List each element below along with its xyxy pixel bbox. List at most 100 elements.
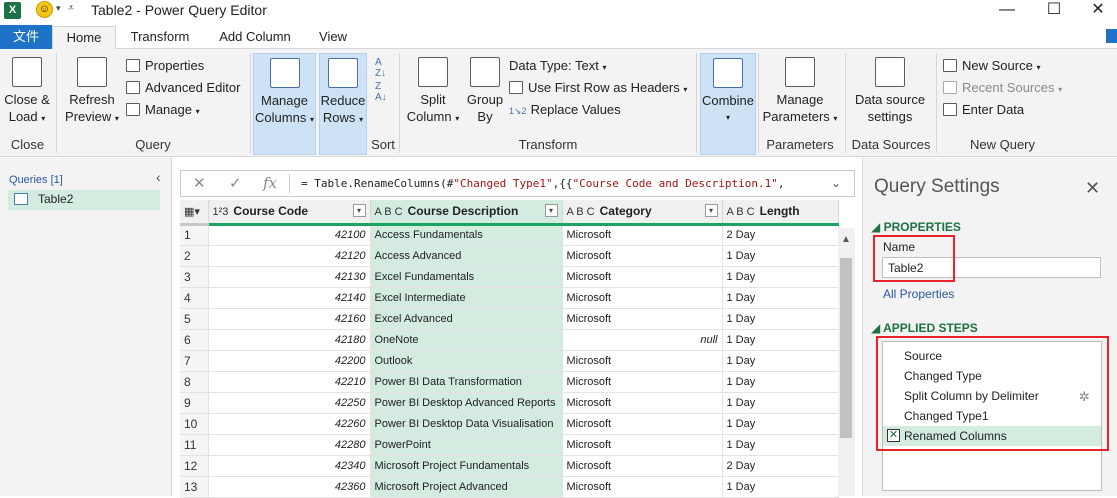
confirm-formula-icon[interactable]: ✓ bbox=[229, 174, 242, 192]
cell-course-code[interactable]: 42200 bbox=[208, 350, 371, 372]
cell-course-code[interactable]: 42180 bbox=[208, 329, 371, 351]
ribbon-scroll-indicator[interactable] bbox=[1106, 29, 1117, 43]
sort-ascending-icon[interactable]: A Z↓ bbox=[375, 57, 386, 79]
cell-course-description[interactable]: Power BI Data Transformation bbox=[370, 371, 563, 393]
row-number[interactable]: 3 bbox=[180, 266, 209, 288]
filter-dropdown-icon[interactable]: ▾ bbox=[352, 204, 366, 217]
scroll-up-icon[interactable]: ▲ bbox=[841, 234, 851, 245]
cell-category[interactable]: Microsoft bbox=[562, 245, 723, 267]
cell-course-description[interactable]: Access Advanced bbox=[370, 245, 563, 267]
cell-course-description[interactable]: Excel Fundamentals bbox=[370, 266, 563, 288]
cell-category[interactable]: Microsoft bbox=[562, 350, 723, 372]
cell-category[interactable]: Microsoft bbox=[562, 308, 723, 330]
cell-course-description[interactable]: Power BI Desktop Advanced Reports bbox=[370, 392, 563, 414]
cell-course-description[interactable]: PowerPoint bbox=[370, 434, 563, 456]
cell-length[interactable]: 1 Day bbox=[722, 350, 839, 372]
cell-length[interactable]: 2 Day bbox=[722, 224, 839, 246]
formula-input[interactable]: = Table.RenameColumns(#"Changed Type1",{… bbox=[301, 177, 784, 190]
recent-sources-button[interactable]: Recent Sources ▾ bbox=[943, 80, 1062, 98]
advanced-editor-button[interactable]: Advanced Editor bbox=[126, 80, 240, 96]
filter-dropdown-icon[interactable]: ▾ bbox=[544, 204, 558, 217]
tab-transform[interactable]: Transform bbox=[122, 26, 198, 49]
enter-data-button[interactable]: Enter Data bbox=[943, 102, 1024, 118]
new-source-button[interactable]: New Source ▾ bbox=[943, 58, 1040, 76]
cell-course-code[interactable]: 42260 bbox=[208, 413, 371, 435]
cell-course-description[interactable]: Outlook bbox=[370, 350, 563, 372]
scrollbar-thumb[interactable] bbox=[840, 258, 852, 438]
cell-category[interactable]: Microsoft bbox=[562, 266, 723, 288]
cell-length[interactable]: 1 Day bbox=[722, 308, 839, 330]
cell-length[interactable]: 1 Day bbox=[722, 476, 839, 498]
cell-course-code[interactable]: 42160 bbox=[208, 308, 371, 330]
split-column-button[interactable]: Split Column ▾ bbox=[404, 57, 462, 127]
sort-descending-icon[interactable]: Z A↓ bbox=[375, 81, 387, 103]
cell-category[interactable]: Microsoft bbox=[562, 224, 723, 246]
cell-course-code[interactable]: 42250 bbox=[208, 392, 371, 414]
cell-course-code[interactable]: 42340 bbox=[208, 455, 371, 477]
vertical-scrollbar[interactable]: ▲ bbox=[838, 228, 855, 496]
cell-length[interactable]: 1 Day bbox=[722, 392, 839, 414]
row-number[interactable]: 10 bbox=[180, 413, 209, 435]
row-number[interactable]: 2 bbox=[180, 245, 209, 267]
quick-access-dropdown-icon[interactable]: ▾ bbox=[56, 3, 61, 14]
close-load-button[interactable]: Close & Load ▾ bbox=[2, 57, 52, 127]
cell-category[interactable]: Microsoft bbox=[562, 476, 723, 498]
cell-course-code[interactable]: 42210 bbox=[208, 371, 371, 393]
cell-course-description[interactable]: Power BI Desktop Data Visualisation bbox=[370, 413, 563, 435]
cell-category[interactable]: Microsoft bbox=[562, 455, 723, 477]
data-source-settings-button[interactable]: Data source settings bbox=[850, 57, 930, 125]
row-number[interactable]: 12 bbox=[180, 455, 209, 477]
row-number[interactable]: 7 bbox=[180, 350, 209, 372]
cell-length[interactable]: 1 Day bbox=[722, 266, 839, 288]
use-first-row-headers-button[interactable]: Use First Row as Headers ▾ bbox=[509, 80, 687, 98]
reduce-rows-button[interactable]: Reduce Rows ▾ bbox=[319, 53, 367, 155]
cell-course-description[interactable]: Microsoft Project Fundamentals bbox=[370, 455, 563, 477]
close-window-button[interactable]: ✕ bbox=[1076, 0, 1117, 22]
close-settings-icon[interactable]: ✕ bbox=[1085, 178, 1100, 199]
cell-category[interactable]: Microsoft bbox=[562, 392, 723, 414]
cell-length[interactable]: 1 Day bbox=[722, 245, 839, 267]
smiley-feedback-icon[interactable]: ☺ bbox=[36, 1, 53, 18]
replace-values-button[interactable]: 1↘2 Replace Values bbox=[509, 102, 621, 119]
column-header-length[interactable]: A B C Length bbox=[722, 200, 839, 226]
data-type-dropdown[interactable]: Data Type: Text ▾ bbox=[509, 58, 607, 76]
query-item[interactable]: Table2 bbox=[8, 190, 160, 210]
column-header-course-code[interactable]: 1²3 Course Code ▾ bbox=[208, 200, 371, 226]
manage-parameters-button[interactable]: Manage Parameters ▾ bbox=[762, 57, 838, 127]
cell-course-description[interactable]: Access Fundamentals bbox=[370, 224, 563, 246]
cancel-formula-icon[interactable]: ✕ bbox=[193, 174, 206, 192]
collapse-pane-icon[interactable]: ‹ bbox=[156, 169, 161, 185]
filter-dropdown-icon[interactable]: ▾ bbox=[704, 204, 718, 217]
cell-course-code[interactable]: 42120 bbox=[208, 245, 371, 267]
fx-icon[interactable]: fx bbox=[263, 174, 277, 192]
tab-add-column[interactable]: Add Column bbox=[210, 26, 300, 49]
row-number[interactable]: 13 bbox=[180, 476, 209, 498]
manage-button[interactable]: Manage ▾ bbox=[126, 102, 200, 120]
table-menu-button[interactable]: ▦▾ bbox=[180, 200, 209, 226]
row-number[interactable]: 5 bbox=[180, 308, 209, 330]
tab-home[interactable]: Home bbox=[52, 26, 116, 49]
cell-course-description[interactable]: Microsoft Project Advanced bbox=[370, 476, 563, 498]
all-properties-link[interactable]: All Properties bbox=[883, 287, 954, 301]
cell-length[interactable]: 2 Day bbox=[722, 455, 839, 477]
row-number[interactable]: 1 bbox=[180, 224, 209, 246]
row-number[interactable]: 6 bbox=[180, 329, 209, 351]
cell-category[interactable]: Microsoft bbox=[562, 413, 723, 435]
maximize-button[interactable]: ☐ bbox=[1032, 0, 1076, 22]
expand-formula-icon[interactable]: ⌄ bbox=[831, 176, 841, 190]
cell-category[interactable]: Microsoft bbox=[562, 287, 723, 309]
row-number[interactable]: 9 bbox=[180, 392, 209, 414]
customize-toolbar-icon[interactable]: ⩡ bbox=[68, 2, 74, 15]
properties-button[interactable]: Properties bbox=[126, 58, 204, 74]
cell-category[interactable]: null bbox=[562, 329, 723, 351]
cell-category[interactable]: Microsoft bbox=[562, 371, 723, 393]
combine-button[interactable]: Combine ▾ bbox=[700, 53, 756, 155]
cell-course-description[interactable]: Excel Advanced bbox=[370, 308, 563, 330]
cell-length[interactable]: 1 Day bbox=[722, 371, 839, 393]
column-header-category[interactable]: A B C Category ▾ bbox=[562, 200, 723, 226]
group-by-button[interactable]: Group By bbox=[463, 57, 507, 125]
tab-view[interactable]: View bbox=[308, 26, 358, 49]
cell-category[interactable]: Microsoft bbox=[562, 434, 723, 456]
row-number[interactable]: 8 bbox=[180, 371, 209, 393]
tab-file[interactable]: 文件 bbox=[0, 25, 52, 49]
